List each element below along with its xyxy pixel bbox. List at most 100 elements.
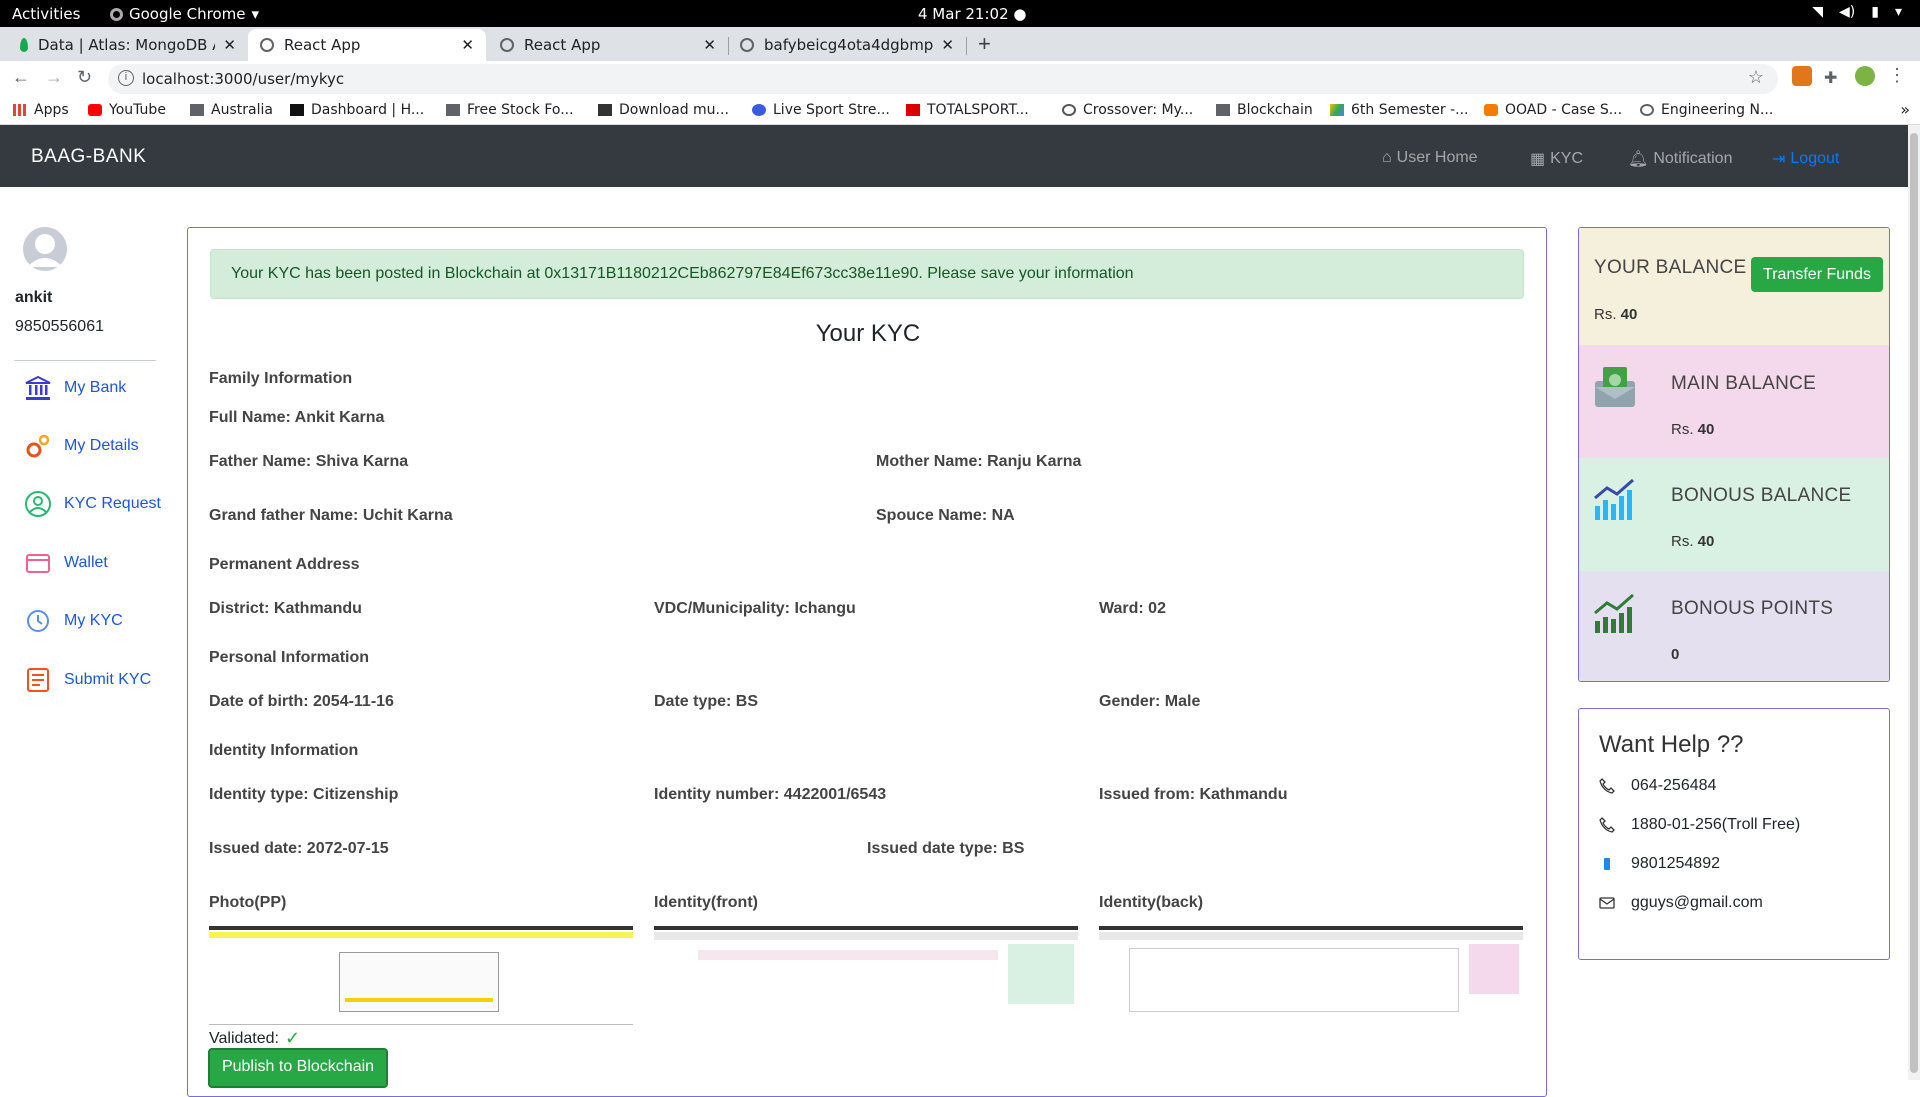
- sidebar-item-wallet[interactable]: Wallet: [24, 549, 108, 577]
- bell-icon: 🔔︎: [1628, 151, 1649, 168]
- bookmark-label: YouTube: [109, 102, 166, 118]
- currency-prefix: Rs.: [1671, 421, 1694, 438]
- bookmark-live-sport[interactable]: Live Sport Stre...: [752, 102, 890, 118]
- bookmark-totalsport[interactable]: TOTALSPORT...: [906, 102, 1029, 118]
- your-balance-label: YOUR BALANCE: [1594, 257, 1747, 278]
- bookmark-australia[interactable]: Australia: [190, 102, 273, 118]
- metamask-fox-icon[interactable]: [1792, 66, 1812, 86]
- issued-date-type: Issued date type: BS: [867, 840, 1025, 857]
- sidebar-item-submit-kyc[interactable]: Submit KYC: [24, 666, 151, 694]
- sidebar-item-kyc-request[interactable]: KYC Request: [24, 490, 161, 518]
- page-scrollbar[interactable]: [1908, 125, 1920, 1080]
- kyc-card: Your KYC has been posted in Blockchain a…: [187, 227, 1547, 1097]
- bookmark-free-stock[interactable]: Free Stock Fo...: [446, 102, 574, 118]
- help-email[interactable]: gguys@gmail.com: [1599, 894, 1763, 912]
- main-balance-section: MAIN BALANCE Rs. 40: [1579, 345, 1889, 458]
- thumb-decor: [654, 932, 1078, 940]
- help-phone-1[interactable]: 064-256484: [1599, 777, 1716, 795]
- close-tab-icon[interactable]: ✕: [941, 36, 954, 54]
- tab-title: Data | Atlas: MongoDB At: [38, 36, 216, 54]
- bookmark-6th-semester[interactable]: 6th Semester -...: [1330, 102, 1468, 118]
- help-phone-2[interactable]: 1880-01-256(Troll Free): [1599, 816, 1800, 834]
- profile-phone: 9850556061: [15, 318, 104, 335]
- close-tab-icon[interactable]: ✕: [703, 36, 716, 54]
- help-title: Want Help ??: [1599, 731, 1744, 758]
- reload-icon[interactable]: ↻: [77, 67, 92, 88]
- sidebar-item-my-details[interactable]: My Details: [24, 432, 139, 460]
- sidebar-item-label: My Details: [64, 437, 139, 454]
- more-bookmarks-icon[interactable]: »: [1900, 100, 1910, 119]
- bookmark-youtube[interactable]: YouTube: [88, 102, 166, 118]
- bookmark-label: OOAD - Case S...: [1505, 102, 1623, 118]
- help-mobile[interactable]: 9801254892: [1599, 855, 1720, 873]
- bonus-balance-label: BONOUS BALANCE: [1671, 485, 1852, 506]
- nav-label: KYC: [1550, 150, 1584, 167]
- publish-to-blockchain-button[interactable]: Publish to Blockchain: [208, 1048, 388, 1088]
- new-tab-button[interactable]: +: [978, 31, 991, 57]
- bookmark-download[interactable]: Download mu...: [598, 102, 729, 118]
- caret-down-icon: ▾: [251, 5, 260, 23]
- thumb-decor: [1129, 948, 1459, 1012]
- extensions-puzzle-icon[interactable]: ✚: [1824, 68, 1844, 88]
- bookmarks-bar: Apps YouTube Australia Dashboard | H... …: [0, 97, 1920, 125]
- thumb-decor: [698, 950, 998, 960]
- mail-icon: [1599, 897, 1615, 909]
- bar-chart-icon: [1594, 478, 1634, 520]
- bookmark-label: Engineering N...: [1661, 102, 1774, 118]
- nav-user-home[interactable]: ⌂ User Home: [1382, 149, 1478, 167]
- bookmark-blockchain[interactable]: Blockchain: [1216, 102, 1313, 118]
- globe-icon: [260, 38, 274, 52]
- close-tab-icon[interactable]: ✕: [461, 36, 474, 54]
- main-balance-label: MAIN BALANCE: [1671, 373, 1817, 394]
- phone-icon: [1599, 817, 1615, 833]
- close-tab-icon[interactable]: ✕: [223, 36, 236, 54]
- bookmark-ooad[interactable]: OOAD - Case S...: [1484, 102, 1622, 118]
- help-phone-text: 1880-01-256(Troll Free): [1631, 816, 1801, 833]
- tab-ipfs[interactable]: bafybeicg4ota4dgbmpjth ✕: [728, 29, 967, 61]
- clock[interactable]: 4 Mar 21:02 ●: [918, 5, 1026, 23]
- bookmark-star-icon[interactable]: ☆: [1748, 67, 1764, 88]
- your-balance-section: YOUR BALANCE Transfer Funds Rs. 40: [1579, 228, 1889, 345]
- date-of-birth: Date of birth: 2054-11-16: [209, 693, 394, 710]
- spouse-name: Spouce Name: NA: [876, 507, 1015, 524]
- home-icon: ⌂: [1382, 149, 1392, 166]
- sidebar-item-label: My KYC: [64, 612, 123, 629]
- bookmark-engineering[interactable]: Engineering N...: [1640, 102, 1773, 118]
- profile-avatar-icon[interactable]: [1855, 66, 1875, 86]
- checkmark-icon: ✓: [284, 1028, 301, 1048]
- chrome-menu-icon[interactable]: ⋮: [1888, 65, 1908, 85]
- brand-logo[interactable]: BAAG-BANK: [31, 146, 146, 168]
- bookmark-dashboard[interactable]: Dashboard | H...: [290, 102, 424, 118]
- transfer-funds-button[interactable]: Transfer Funds: [1751, 257, 1883, 292]
- sidebar-item-my-bank[interactable]: My Bank: [24, 374, 126, 402]
- bookmark-label: Australia: [211, 102, 273, 118]
- site-icon: [1062, 104, 1076, 116]
- main-balance-value: Rs. 40: [1671, 421, 1714, 438]
- thumb-decor: [1008, 944, 1074, 1004]
- tab-react-app[interactable]: React App ✕: [488, 29, 729, 61]
- back-arrow-icon[interactable]: ←: [12, 67, 30, 88]
- site-info-icon[interactable]: i: [118, 70, 134, 86]
- bookmark-apps[interactable]: Apps: [13, 102, 69, 118]
- bookmark-crossover[interactable]: Crossover: My...: [1062, 102, 1193, 118]
- gender: Gender: Male: [1099, 693, 1201, 710]
- site-icon: [290, 104, 304, 116]
- identity-back-thumbnail[interactable]: [1099, 926, 1523, 1016]
- forward-arrow-icon[interactable]: →: [45, 67, 63, 88]
- bank-icon: [25, 375, 51, 400]
- photo-thumbnail[interactable]: [209, 926, 633, 1016]
- address-bar[interactable]: i localhost:3000/user/mykyc ☆: [108, 64, 1778, 94]
- activities-button[interactable]: Activities: [12, 5, 80, 23]
- nav-notification[interactable]: 🔔︎ Notification: [1628, 149, 1732, 169]
- nav-logout[interactable]: ⇥ Logout: [1772, 149, 1839, 169]
- site-icon: [752, 104, 766, 116]
- system-tray[interactable]: ◥ ◀) ▮ ▾: [1812, 4, 1902, 20]
- scrollbar-thumb[interactable]: [1910, 133, 1918, 1073]
- tab-mongodb[interactable]: Data | Atlas: MongoDB At ✕: [8, 29, 249, 61]
- identity-front-thumbnail[interactable]: [654, 926, 1078, 1016]
- app-menu[interactable]: Google Chrome ▾: [110, 5, 259, 23]
- nav-label: User Home: [1396, 149, 1478, 166]
- nav-kyc[interactable]: ▦ KYC: [1530, 149, 1583, 169]
- tab-react-app-active[interactable]: React App ✕: [248, 29, 486, 61]
- sidebar-item-my-kyc[interactable]: My KYC: [24, 607, 123, 635]
